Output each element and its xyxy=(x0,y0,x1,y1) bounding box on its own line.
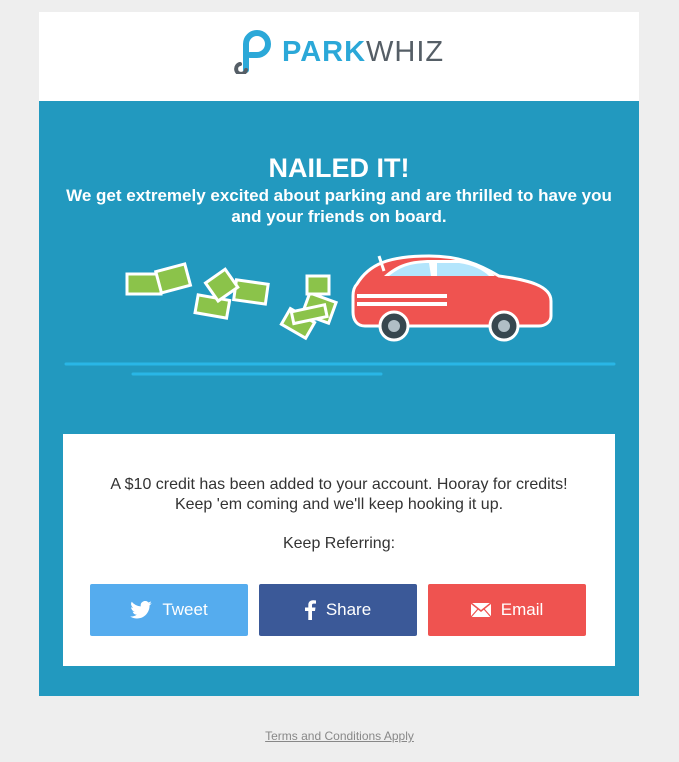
parkwhiz-p-icon xyxy=(234,30,271,74)
tweet-button[interactable]: Tweet xyxy=(90,584,248,636)
email-card: PARKWHIZ NAILED IT! We get extremely exc… xyxy=(39,12,639,696)
share-button[interactable]: Share xyxy=(259,584,417,636)
facebook-f-icon xyxy=(304,600,316,620)
logo-park: PARK xyxy=(282,35,367,68)
header: PARKWHIZ xyxy=(39,12,639,101)
parkwhiz-logo[interactable]: PARKWHIZ xyxy=(234,30,444,74)
credit-line-2: Keep 'em coming and we'll keep hooking i… xyxy=(174,496,504,513)
hero-section: NAILED IT! We get extremely excited abou… xyxy=(39,101,639,696)
car-money-illustration xyxy=(64,254,616,376)
twitter-bird-icon xyxy=(130,601,153,619)
logo-wordmark: PARKWHIZ xyxy=(282,36,444,69)
email-button[interactable]: Email xyxy=(428,584,586,636)
hero-title: NAILED IT! xyxy=(268,153,410,183)
keep-referring-label: Keep Referring: xyxy=(282,535,396,552)
share-label: Share xyxy=(325,600,372,619)
credit-line-1: A $10 credit has been added to your acco… xyxy=(110,476,568,493)
flying-money-icon xyxy=(125,262,339,341)
tweet-label: Tweet xyxy=(162,600,208,619)
email-label: Email xyxy=(500,600,544,619)
envelope-icon xyxy=(470,603,491,617)
hero-subtitle: We get extremely excited about parking a… xyxy=(66,186,612,226)
credit-panel: A $10 credit has been added to your acco… xyxy=(63,434,615,666)
road-lines xyxy=(64,362,616,376)
red-car-icon xyxy=(351,254,553,342)
terms-link[interactable]: Terms and Conditions Apply xyxy=(0,729,679,743)
logo-whiz: WHIZ xyxy=(366,35,445,68)
credit-message: A $10 credit has been added to your acco… xyxy=(63,475,615,515)
